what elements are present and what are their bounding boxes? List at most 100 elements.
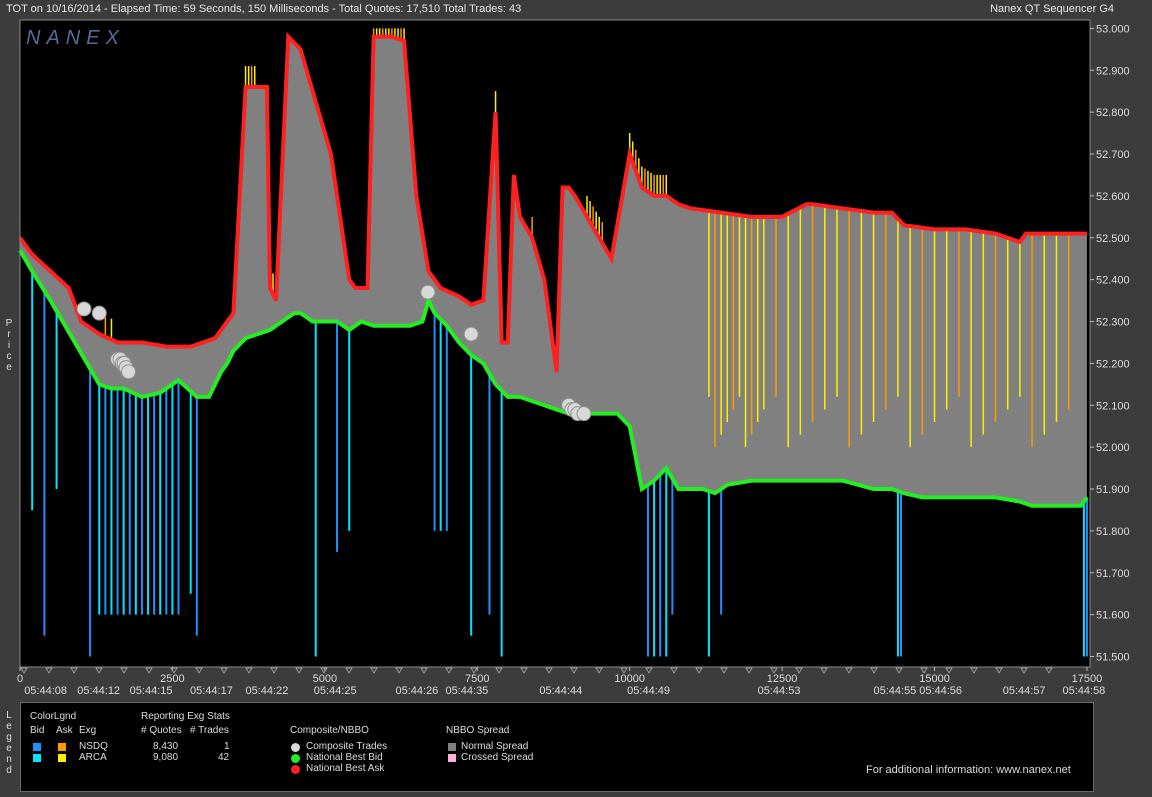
trade-marker [870,667,878,674]
trade-marker [70,667,78,674]
x-time-label: 05:44:55 [873,685,916,697]
trade-marker [495,667,503,674]
legend-nsdq-bid-swatch [33,743,41,751]
trade-marker [720,667,728,674]
trade-marker [595,667,603,674]
y-tick-label: 52.400 [1096,275,1130,287]
x-tick-label: 0 [17,673,23,685]
y-tick-label: 52.900 [1096,65,1130,77]
trade-marker [970,667,978,674]
x-time-label: 05:44:15 [130,685,173,697]
legend-col-quotes: # Quotes [141,725,182,736]
legend-crossed-spread-swatch [448,754,456,762]
x-time-label: 05:44:22 [246,685,289,697]
y-tick-label: 52.300 [1096,317,1130,329]
trade-marker [445,667,453,674]
trade-marker [520,667,528,674]
legend-nsdq-ask-swatch [58,743,66,751]
composite-trade-point [76,301,92,317]
legend-normal-spread-label: Normal Spread [461,741,529,752]
trade-marker [370,667,378,674]
composite-trade-point [91,305,107,321]
legend-info-link[interactable]: For additional information: www.nanex.ne… [866,764,1071,776]
trade-marker [295,667,303,674]
legend-composite-trades-dot [291,743,300,752]
legend-panel: ColorLgnd Bid Ask Exg NSDQ ARCA Reportin… [20,702,1094,792]
x-tick-label: 12500 [767,673,798,685]
y-tick-label: 52.200 [1096,358,1130,370]
y-tick-label: 51.700 [1096,568,1130,580]
x-tick-label: 17500 [1072,673,1103,685]
x-time-label: 05:44:12 [77,685,120,697]
x-time-label: 05:44:08 [24,685,67,697]
trade-marker [195,667,203,674]
trade-marker [95,667,103,674]
trade-marker [670,667,678,674]
trade-marker [895,667,903,674]
x-tick-label: 5000 [313,673,337,685]
legend-stats-title: Reporting Exg Stats [141,711,230,722]
legend-col-bid: Bid [30,725,45,736]
x-time-label: 05:44:58 [1062,685,1105,697]
trade-marker [420,667,428,674]
legend-arca-quotes: 9,080 [153,752,179,763]
y-tick-label: 52.000 [1096,442,1130,454]
composite-trade-point [121,364,137,380]
composite-trade-point [463,326,479,342]
trade-marker [220,667,228,674]
trade-marker [1045,667,1053,674]
price-chart: NANEX 53.000 52.900 52.800 52.700 52.600 52.50… [17,19,1130,697]
x-time-label: 05:44:26 [395,685,438,697]
trade-marker [545,667,553,674]
legend-best-ask-label: National Best Ask [306,763,385,774]
x-tick-label: 2500 [160,673,184,685]
legend-spread-title: NBBO Spread [446,725,510,736]
y-tick-label: 51.800 [1096,526,1130,538]
x-time-label: 05:44:56 [919,685,962,697]
legend-color-title: ColorLgnd [30,711,77,722]
trade-marker [845,667,853,674]
legend-nsdq-name: NSDQ [79,741,108,752]
legend-best-bid-label: National Best Bid [306,752,383,763]
trade-marker [345,667,353,674]
x-time-label: 05:44:35 [445,685,488,697]
y-tick-label: 52.500 [1096,233,1130,245]
legend-nsdq-quotes: 8,430 [153,741,179,752]
y-tick-label: 51.600 [1096,610,1130,622]
y-tick-label: 52.800 [1096,107,1130,119]
x-tick-label: 15000 [919,673,950,685]
legend-col-exg: Exg [79,725,97,736]
x-time-label: 05:44:25 [314,685,357,697]
trade-marker [120,667,128,674]
trade-marker [1020,667,1028,674]
legend-normal-spread-swatch [448,743,456,751]
legend-nsdq-trades: 1 [224,741,230,752]
legend-arca-trades: 42 [218,752,230,763]
trade-marker [820,667,828,674]
trade-marker [645,667,653,674]
y-tick-label: 53.000 [1096,23,1130,35]
x-tick-label: 7500 [465,673,489,685]
trade-marker [695,667,703,674]
trade-marker [745,667,753,674]
x-time-label: 05:44:49 [627,685,670,697]
y-tick-label: 52.600 [1096,191,1130,203]
x-tick-label: 10000 [614,673,645,685]
watermark-text: NANEX [26,27,125,49]
y-tick-label: 51.900 [1096,484,1130,496]
legend-side-label: Legend [6,710,12,776]
legend-composite-trades-label: Composite Trades [306,741,388,752]
trade-marker [395,667,403,674]
x-time-label: 05:44:44 [539,685,582,697]
trade-marker [995,667,1003,674]
legend-col-trades: # Trades [190,725,229,736]
legend-best-bid-dot [291,754,300,763]
trade-marker [270,667,278,674]
y-tick-label: 51.500 [1096,652,1130,664]
composite-trade-point [576,406,592,422]
legend-best-ask-dot [291,765,300,774]
legend-arca-name: ARCA [79,752,107,763]
composite-trade-point [420,284,436,300]
x-time-label: 05:44:53 [758,685,801,697]
y-tick-label: 52.700 [1096,149,1130,161]
